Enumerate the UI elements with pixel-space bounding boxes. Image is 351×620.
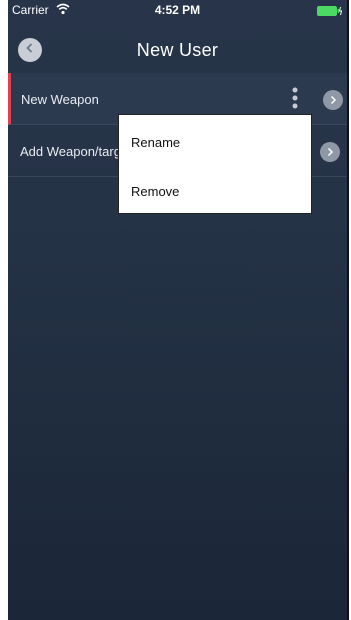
popup-menu: Rename Remove	[118, 114, 312, 214]
status-bar: Carrier 4:52 PM	[8, 0, 347, 20]
list-item-label: New Weapon	[21, 92, 99, 107]
page-title: New User	[136, 40, 219, 60]
remove-menu-item[interactable]: Remove	[131, 184, 179, 199]
status-time: 4:52 PM	[154, 3, 201, 17]
chevron-right-icon[interactable]	[323, 90, 343, 110]
navigation-bar: New User	[8, 20, 347, 72]
app-screen: Carrier 4:52 PM New User New Weapon Add …	[8, 0, 349, 620]
chevron-right-icon[interactable]	[320, 142, 340, 162]
battery-charging-icon	[317, 5, 343, 16]
list-item-label: Add Weapon/targ	[20, 144, 121, 159]
vertical-dots-icon[interactable]	[291, 86, 299, 112]
rename-menu-item[interactable]: Rename	[131, 135, 180, 150]
